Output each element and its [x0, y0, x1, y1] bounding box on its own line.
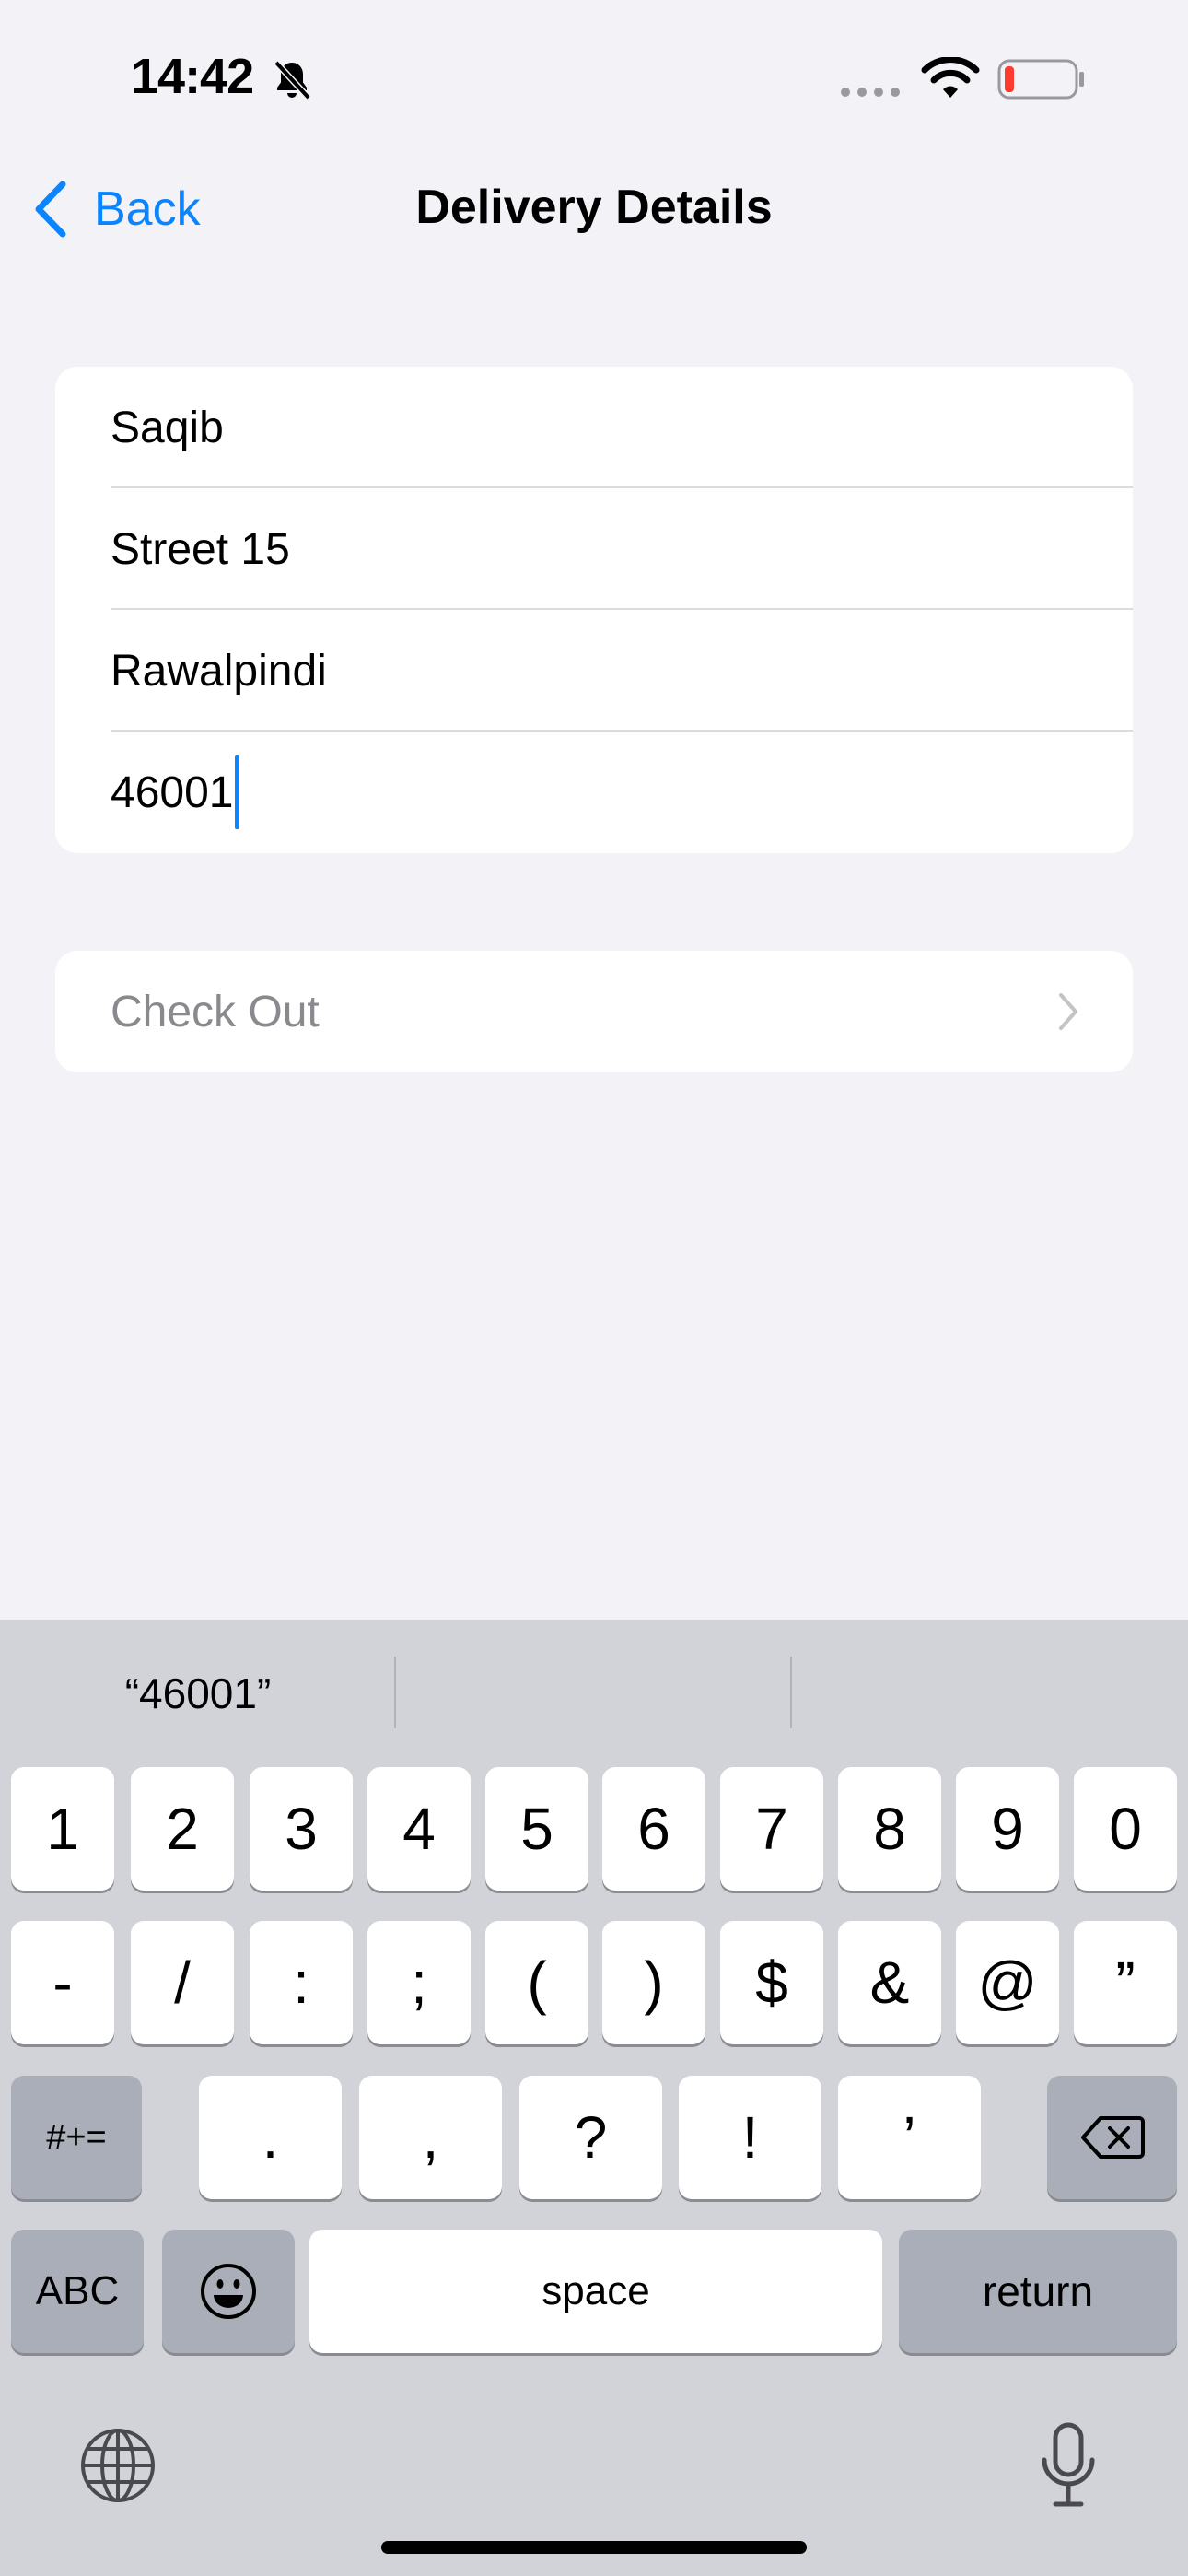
key-slash[interactable]: / [131, 1921, 234, 2044]
key-3[interactable]: 3 [250, 1767, 353, 1891]
delivery-form: Saqib Street 15 Rawalpindi 46001 [55, 367, 1133, 853]
key-9[interactable]: 9 [956, 1767, 1059, 1891]
name-value: Saqib [111, 403, 224, 452]
space-key[interactable]: space [309, 2230, 882, 2353]
key-7[interactable]: 7 [720, 1767, 823, 1891]
key-2[interactable]: 2 [131, 1767, 234, 1891]
suggestion-divider [394, 1657, 396, 1728]
key-dollar[interactable]: $ [720, 1921, 823, 2044]
postal-value: 46001 [111, 767, 234, 817]
page-title: Delivery Details [415, 181, 773, 234]
symbols-toggle-key[interactable]: #+= [11, 2076, 142, 2199]
keyboard: “46001” 1 2 3 4 5 6 7 8 9 0 - / : ; ( ) … [0, 1620, 1188, 2576]
name-field[interactable]: Saqib [111, 367, 1133, 488]
checkout-label: Check Out [111, 987, 320, 1036]
checkout-button[interactable]: Check Out [55, 951, 1133, 1072]
suggestion-1[interactable]: “46001” [37, 1638, 359, 1749]
emoji-key[interactable] [162, 2230, 295, 2353]
key-1[interactable]: 1 [11, 1767, 114, 1891]
backspace-icon [1080, 2116, 1145, 2159]
key-8[interactable]: 8 [838, 1767, 941, 1891]
key-colon[interactable]: : [250, 1921, 353, 2044]
dictation-button[interactable] [1039, 2421, 1098, 2510]
street-field[interactable]: Street 15 [111, 488, 1133, 610]
postal-code-field[interactable]: 46001 [111, 732, 1133, 853]
home-indicator[interactable] [381, 2541, 807, 2554]
emoji-icon [201, 2264, 256, 2319]
suggestion-divider [790, 1657, 792, 1728]
signal-dots-icon [841, 88, 900, 97]
key-at[interactable]: @ [956, 1921, 1059, 2044]
city-field[interactable]: Rawalpindi [111, 610, 1133, 732]
silent-bell-icon [274, 60, 311, 100]
key-exclamation[interactable]: ! [679, 2076, 821, 2199]
microphone-icon [1042, 2422, 1095, 2507]
status-time: 14:42 [131, 49, 254, 104]
key-quote[interactable]: ” [1074, 1921, 1177, 2044]
key-5[interactable]: 5 [485, 1767, 588, 1891]
key-hyphen[interactable]: - [11, 1921, 114, 2044]
wifi-icon [921, 57, 980, 98]
globe-icon [81, 2429, 155, 2502]
globe-button[interactable] [79, 2427, 157, 2504]
key-semicolon[interactable]: ; [367, 1921, 471, 2044]
key-close-paren[interactable]: ) [602, 1921, 705, 2044]
text-caret [235, 755, 240, 829]
key-open-paren[interactable]: ( [485, 1921, 588, 2044]
abc-key[interactable]: ABC [11, 2230, 144, 2353]
chevron-right-icon [1059, 993, 1077, 1030]
battery-low-icon [997, 59, 1084, 100]
key-6[interactable]: 6 [602, 1767, 705, 1891]
key-0[interactable]: 0 [1074, 1767, 1177, 1891]
key-apostrophe[interactable]: ’ [838, 2076, 981, 2199]
return-key[interactable]: return [899, 2230, 1177, 2353]
delete-key[interactable] [1047, 2076, 1177, 2199]
key-question[interactable]: ? [519, 2076, 662, 2199]
key-period[interactable]: . [199, 2076, 342, 2199]
key-ampersand[interactable]: & [838, 1921, 941, 2044]
city-value: Rawalpindi [111, 646, 327, 696]
key-comma[interactable]: , [359, 2076, 502, 2199]
key-4[interactable]: 4 [367, 1767, 471, 1891]
street-value: Street 15 [111, 524, 290, 574]
